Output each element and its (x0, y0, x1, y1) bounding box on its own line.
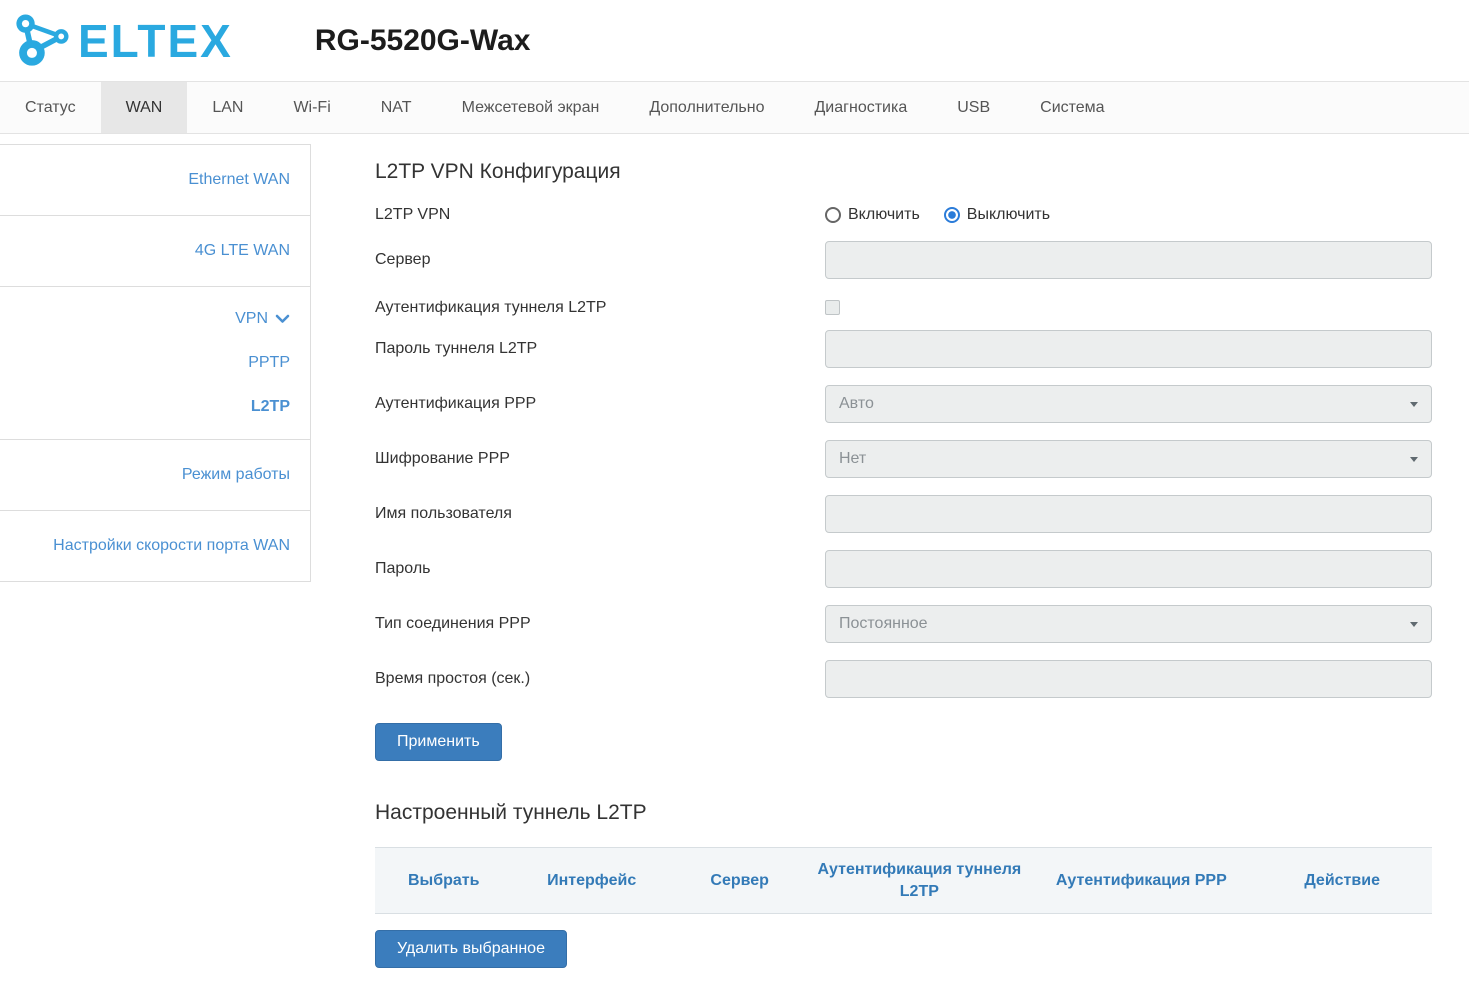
delete-selected-button[interactable]: Удалить выбранное (375, 930, 567, 968)
chevron-down-icon (1410, 402, 1418, 407)
sidebar-group: VPN PPTP L2TP (0, 287, 310, 440)
username-label: Имя пользователя (375, 505, 825, 523)
username-control (825, 495, 1432, 533)
form-row-server: Сервер (375, 241, 1432, 279)
chevron-down-icon (1410, 622, 1418, 627)
tab-nat[interactable]: NAT (356, 82, 437, 133)
password-input[interactable] (825, 550, 1432, 588)
tunnel-password-input[interactable] (825, 330, 1432, 368)
tab-wan[interactable]: WAN (101, 82, 188, 133)
sidebar-group: 4G LTE WAN (0, 216, 310, 287)
tunnel-table-title: Настроенный туннель L2TP (375, 801, 1432, 825)
ppp-auth-control: Авто (825, 385, 1432, 423)
sidebar-item-4g-lte-wan[interactable]: 4G LTE WAN (0, 216, 310, 286)
header: ELTEX RG-5520G-Wax (0, 0, 1469, 81)
sidebar-group: Ethernet WAN (0, 145, 310, 216)
tunnel-auth-checkbox[interactable] (825, 300, 840, 315)
table-header-action: Действие (1252, 848, 1432, 914)
ppp-encryption-label: Шифрование PPP (375, 450, 825, 468)
tunnel-auth-control (825, 299, 1432, 317)
chevron-down-icon (275, 314, 290, 324)
l2tp-vpn-radio-group: Включить Выключить (825, 206, 1432, 224)
sidebar-item-l2tp[interactable]: L2TP (0, 385, 310, 439)
ppp-auth-select[interactable]: Авто (825, 385, 1432, 423)
password-control (825, 550, 1432, 588)
tunnel-password-label: Пароль туннеля L2TP (375, 340, 825, 358)
form-row-password: Пароль (375, 550, 1432, 588)
ppp-encryption-control: Нет (825, 440, 1432, 478)
tab-wifi[interactable]: Wi-Fi (268, 82, 355, 133)
ppp-connection-type-label: Тип соединения PPP (375, 615, 825, 633)
tunnel-password-control (825, 330, 1432, 368)
main-content: L2TP VPN Конфигурация L2TP VPN Включить … (311, 134, 1469, 998)
tab-advanced[interactable]: Дополнительно (624, 82, 789, 133)
ppp-auth-selected-value: Авто (839, 395, 874, 413)
form-row-ppp-auth: Аутентификация PPP Авто (375, 385, 1432, 423)
ppp-auth-label: Аутентификация PPP (375, 395, 825, 413)
ppp-connection-type-selected-value: Постоянное (839, 615, 928, 633)
table-header-interface: Интерфейс (512, 848, 671, 914)
brand-name: ELTEX (78, 18, 233, 64)
sidebar-item-vpn[interactable]: VPN (0, 287, 310, 341)
l2tp-vpn-label: L2TP VPN (375, 206, 825, 224)
table-header-tunnel-auth: Аутентификация туннеля L2TP (808, 848, 1030, 914)
form-row-tunnel-password: Пароль туннеля L2TP (375, 330, 1432, 368)
idle-time-control (825, 660, 1432, 698)
form-row-l2tp-vpn: L2TP VPN Включить Выключить (375, 206, 1432, 224)
tab-status[interactable]: Статус (0, 82, 101, 133)
form-row-ppp-encryption: Шифрование PPP Нет (375, 440, 1432, 478)
l2tp-disable-radio[interactable] (944, 207, 960, 223)
idle-time-input[interactable] (825, 660, 1432, 698)
table-header-server: Сервер (671, 848, 808, 914)
password-label: Пароль (375, 560, 825, 578)
tab-usb[interactable]: USB (932, 82, 1015, 133)
eltex-logo-icon (10, 11, 74, 71)
tab-lan[interactable]: LAN (187, 82, 268, 133)
ppp-encryption-selected-value: Нет (839, 450, 866, 468)
sidebar-item-wan-port-speed[interactable]: Настройки скорости порта WAN (0, 511, 310, 581)
l2tp-tunnel-table-head: Выбрать Интерфейс Сервер Аутентификация … (375, 848, 1432, 914)
ppp-connection-type-select[interactable]: Постоянное (825, 605, 1432, 643)
device-model-title: RG-5520G-Wax (315, 24, 531, 58)
sidebar-group: Настройки скорости порта WAN (0, 511, 310, 582)
server-label: Сервер (375, 251, 825, 269)
apply-button[interactable]: Применить (375, 723, 502, 761)
table-header-row: Выбрать Интерфейс Сервер Аутентификация … (375, 848, 1432, 914)
l2tp-tunnel-table: Выбрать Интерфейс Сервер Аутентификация … (375, 847, 1432, 914)
eltex-logo: ELTEX (10, 11, 233, 71)
table-header-select: Выбрать (375, 848, 512, 914)
server-input[interactable] (825, 241, 1432, 279)
sidebar-item-label: VPN (235, 310, 268, 327)
form-row-idle-time: Время простоя (сек.) (375, 660, 1432, 698)
tunnel-auth-label: Аутентификация туннеля L2TP (375, 299, 825, 317)
form-row-username: Имя пользователя (375, 495, 1432, 533)
l2tp-disable-label: Выключить (967, 206, 1050, 224)
ppp-connection-type-control: Постоянное (825, 605, 1432, 643)
ppp-encryption-select[interactable]: Нет (825, 440, 1432, 478)
chevron-down-icon (1410, 457, 1418, 462)
username-input[interactable] (825, 495, 1432, 533)
tab-firewall[interactable]: Межсетевой экран (437, 82, 625, 133)
form-row-tunnel-auth: Аутентификация туннеля L2TP (375, 296, 1432, 320)
page-title: L2TP VPN Конфигурация (375, 160, 1432, 184)
server-control (825, 241, 1432, 279)
table-header-ppp-auth: Аутентификация PPP (1030, 848, 1252, 914)
tab-diagnostics[interactable]: Диагностика (789, 82, 932, 133)
sidebar: Ethernet WAN 4G LTE WAN VPN PPTP L2TP Ре… (0, 144, 311, 582)
idle-time-label: Время простоя (сек.) (375, 670, 825, 688)
tab-system[interactable]: Система (1015, 82, 1129, 133)
sidebar-item-work-mode[interactable]: Режим работы (0, 440, 310, 510)
top-nav: Статус WAN LAN Wi-Fi NAT Межсетевой экра… (0, 81, 1469, 134)
sidebar-item-ethernet-wan[interactable]: Ethernet WAN (0, 145, 310, 215)
sidebar-item-pptp[interactable]: PPTP (0, 341, 310, 385)
l2tp-enable-radio[interactable] (825, 207, 841, 223)
form-row-ppp-connection-type: Тип соединения PPP Постоянное (375, 605, 1432, 643)
sidebar-group: Режим работы (0, 440, 310, 511)
l2tp-enable-label: Включить (848, 206, 920, 224)
